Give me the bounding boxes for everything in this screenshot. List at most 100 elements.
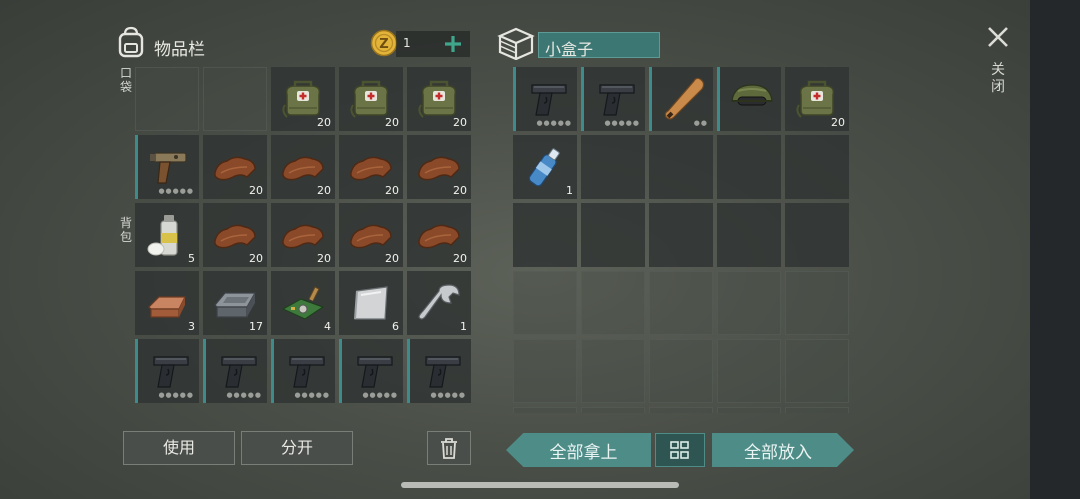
empty-slot[interactable] — [785, 135, 849, 199]
grid-sort-icon — [670, 441, 689, 459]
pistol-icon — [599, 84, 635, 116]
inventory-slot-pistol[interactable]: ●●●●● — [203, 339, 267, 403]
container-slot-water-bottle[interactable]: 1 — [513, 135, 577, 199]
svg-text:Z: Z — [379, 37, 388, 52]
inventory-slot-medkit[interactable]: 20 — [339, 67, 403, 131]
container-slot-pistol[interactable]: ●●●●● — [581, 67, 645, 131]
item-count: 20 — [831, 116, 845, 129]
item-count: 20 — [249, 252, 263, 265]
inventory-slot-wrench[interactable]: 1 — [407, 271, 471, 335]
item-count: 20 — [317, 116, 331, 129]
close-label[interactable]: 关闭 — [989, 62, 1007, 96]
durability-indicator: ●●●●● — [226, 391, 262, 399]
inventory-slot-leather[interactable]: 20 — [203, 203, 267, 267]
empty-slot[interactable] — [581, 271, 645, 335]
container-slot-medkit[interactable]: 20 — [785, 67, 849, 131]
inventory-slot-copper-ingot[interactable]: 3 — [135, 271, 199, 335]
inventory-slot-metal-sheet[interactable]: 6 — [339, 271, 403, 335]
pistol-icon — [289, 356, 325, 388]
close-icon[interactable] — [986, 25, 1010, 49]
empty-slot[interactable] — [135, 67, 199, 131]
inventory-slot-leather[interactable]: 20 — [271, 203, 335, 267]
put-all-button[interactable]: 全部放入 — [712, 433, 854, 467]
coin-count: 1 — [403, 36, 411, 50]
empty-slot[interactable] — [581, 407, 645, 413]
circuit-board-icon — [281, 286, 325, 320]
add-coins-icon[interactable] — [444, 35, 462, 53]
inventory-slot-leather[interactable]: 20 — [271, 135, 335, 199]
inventory-slot-leather[interactable]: 20 — [203, 135, 267, 199]
item-count: 20 — [317, 252, 331, 265]
empty-slot[interactable] — [785, 339, 849, 403]
empty-slot[interactable] — [581, 135, 645, 199]
empty-slot[interactable] — [649, 203, 713, 267]
empty-slot[interactable] — [785, 271, 849, 335]
inventory-slot-leather[interactable]: 20 — [339, 135, 403, 199]
put-all-label: 全部放入 — [744, 442, 812, 463]
empty-slot[interactable] — [581, 339, 645, 403]
item-count: 17 — [249, 320, 263, 333]
container-grid: ●●●●● ●●●●● ●● 20 1 — [513, 67, 849, 413]
empty-slot[interactable] — [717, 407, 781, 413]
tactical-helmet-icon — [731, 84, 773, 106]
flare-gun-icon — [150, 152, 187, 184]
durability-indicator: ●●●●● — [362, 391, 398, 399]
container-slot-baseball-bat[interactable]: ●● — [649, 67, 713, 131]
empty-slot[interactable] — [717, 203, 781, 267]
pistol-icon — [221, 356, 257, 388]
backpack-icon — [118, 26, 144, 58]
empty-slot[interactable] — [785, 407, 849, 413]
item-count: 6 — [392, 320, 399, 333]
inventory-slot-leather[interactable]: 20 — [407, 203, 471, 267]
empty-slot[interactable] — [717, 271, 781, 335]
empty-slot[interactable] — [649, 135, 713, 199]
container-title: 小盒子 — [545, 40, 594, 59]
home-indicator — [401, 482, 679, 488]
empty-slot[interactable] — [203, 67, 267, 131]
empty-slot[interactable] — [785, 203, 849, 267]
inventory-slot-iron-ingot[interactable]: 17 — [203, 271, 267, 335]
container-slot-pistol[interactable]: ●●●●● — [513, 67, 577, 131]
inventory-slot-medkit[interactable]: 20 — [407, 67, 471, 131]
inventory-title: 物品栏 — [154, 40, 205, 60]
inventory-slot-circuit-board[interactable]: 4 — [271, 271, 335, 335]
pistol-icon — [531, 84, 567, 116]
empty-slot[interactable] — [513, 339, 577, 403]
item-count: 1 — [460, 320, 467, 333]
empty-slot[interactable] — [649, 339, 713, 403]
empty-slot[interactable] — [513, 203, 577, 267]
item-count: 20 — [453, 252, 467, 265]
take-all-label: 全部拿上 — [549, 442, 618, 463]
durability-indicator: ●●●●● — [536, 119, 572, 127]
empty-slot[interactable] — [513, 407, 577, 413]
container-slot-tactical-helmet[interactable] — [717, 67, 781, 131]
pistol-icon — [425, 356, 461, 388]
empty-slot[interactable] — [581, 203, 645, 267]
spray-can-icon — [147, 215, 178, 256]
empty-slot[interactable] — [513, 271, 577, 335]
inventory-slot-pistol[interactable]: ●●●●● — [271, 339, 335, 403]
item-count: 5 — [188, 252, 195, 265]
inventory-slot-flare-gun[interactable]: ●●●●● — [135, 135, 199, 199]
inventory-slot-pistol[interactable]: ●●●●● — [135, 339, 199, 403]
inventory-slot-leather[interactable]: 20 — [339, 203, 403, 267]
pistol-icon — [357, 356, 393, 388]
take-all-button[interactable]: 全部拿上 — [506, 433, 651, 467]
inventory-slot-pistol[interactable]: ●●●●● — [407, 339, 471, 403]
empty-slot[interactable] — [649, 271, 713, 335]
use-button[interactable]: 使用 — [123, 431, 235, 465]
baseball-bat-icon — [664, 77, 705, 120]
empty-slot[interactable] — [649, 407, 713, 413]
empty-slot[interactable] — [717, 135, 781, 199]
split-button[interactable]: 分开 — [241, 431, 353, 465]
item-count: 20 — [453, 116, 467, 129]
sort-button[interactable] — [655, 433, 705, 467]
durability-indicator: ●●●●● — [430, 391, 466, 399]
inventory-slot-spray-can[interactable]: 5 — [135, 203, 199, 267]
inventory-slot-medkit[interactable]: 20 — [271, 67, 335, 131]
empty-slot[interactable] — [717, 339, 781, 403]
inventory-slot-pistol[interactable]: ●●●●● — [339, 339, 403, 403]
inventory-slot-leather[interactable]: 20 — [407, 135, 471, 199]
box-icon — [497, 27, 535, 60]
trash-button[interactable] — [427, 431, 471, 465]
